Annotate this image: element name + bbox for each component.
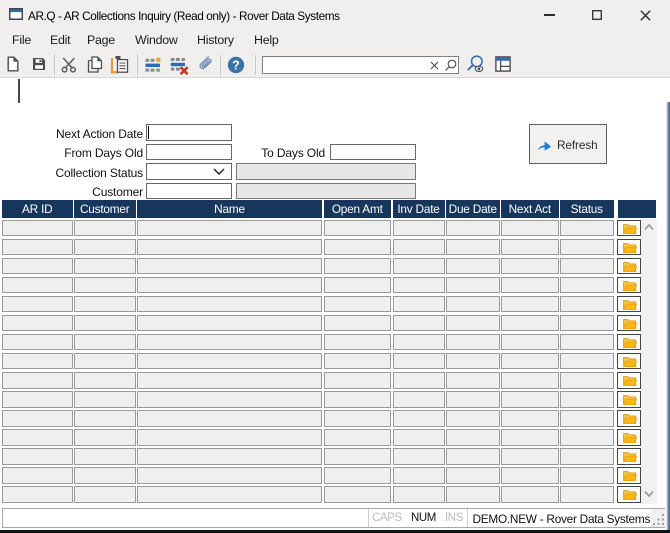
svg-text:?: ? — [232, 58, 240, 72]
